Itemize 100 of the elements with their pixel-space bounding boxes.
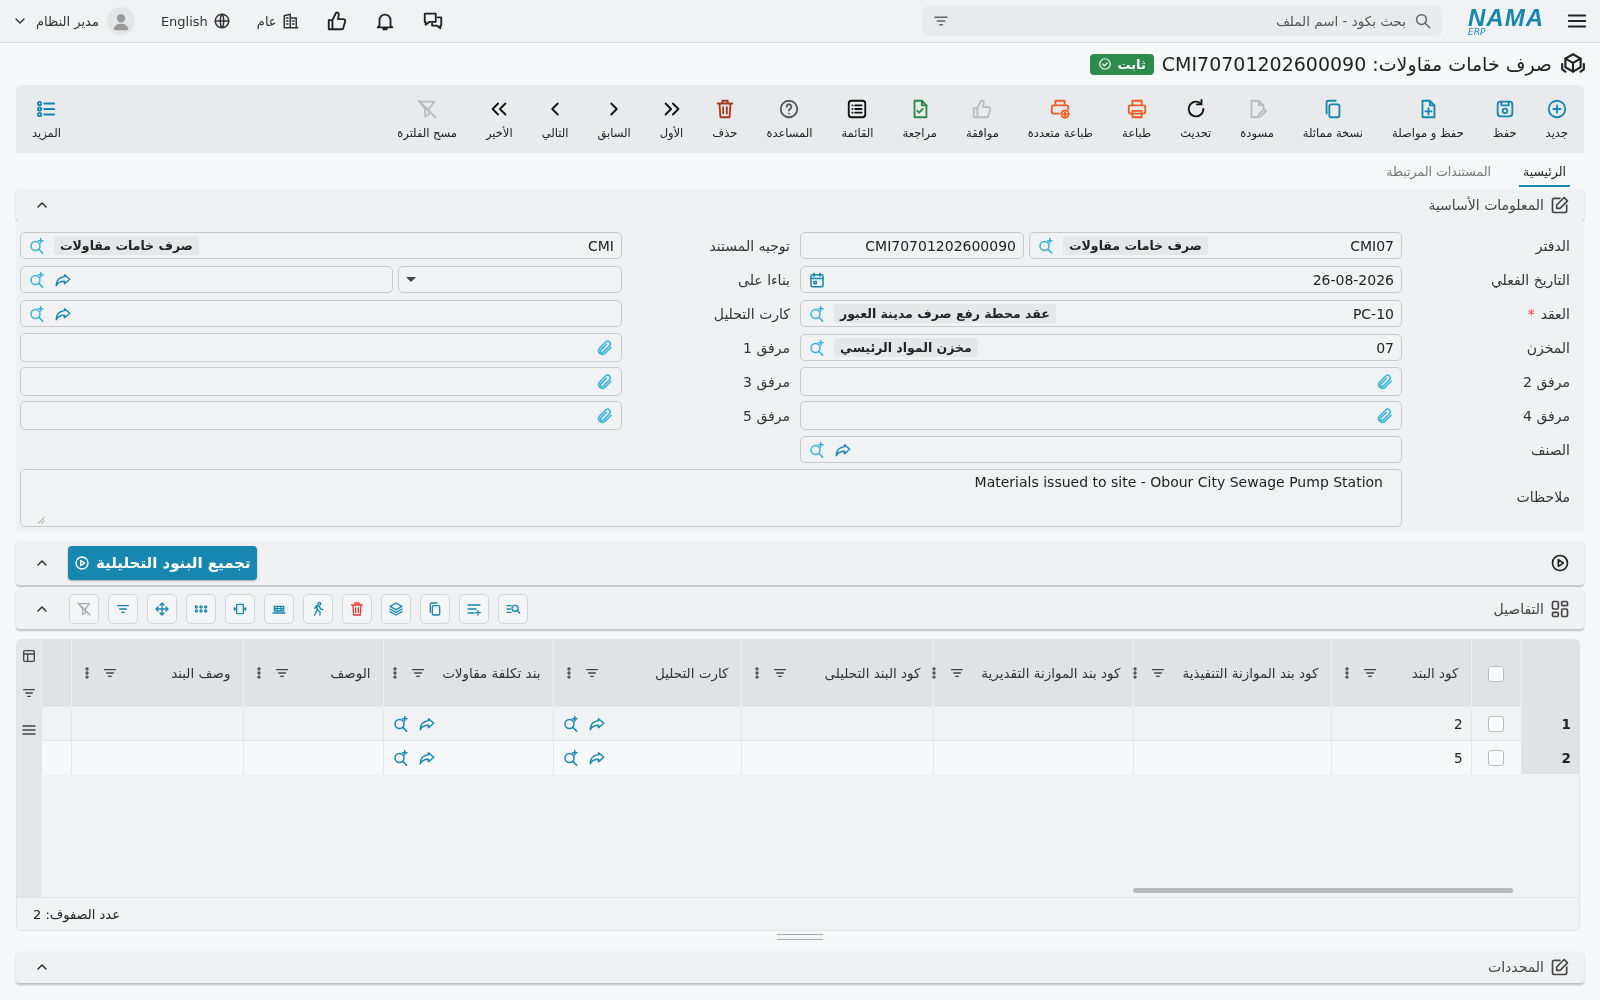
copy-button[interactable] bbox=[420, 594, 450, 624]
field-label: مرفق 1 bbox=[743, 339, 790, 356]
previous-button[interactable]: السابق bbox=[593, 98, 635, 140]
select-field[interactable] bbox=[398, 266, 622, 293]
play-icon[interactable] bbox=[1550, 553, 1570, 573]
run-button[interactable]: تجميع البنود التحليلية bbox=[68, 546, 257, 580]
status-badge: ثابت bbox=[1090, 53, 1154, 75]
row-checkbox[interactable] bbox=[1488, 716, 1504, 732]
paperclip-icon[interactable] bbox=[596, 338, 614, 357]
duplicate-button[interactable]: نسخة مماثلة bbox=[1298, 98, 1367, 140]
help-button[interactable]: المساعدة bbox=[762, 98, 817, 140]
field-value: CMI70701202600090 bbox=[865, 237, 1016, 254]
attachment-field[interactable] bbox=[20, 367, 622, 396]
move-button[interactable] bbox=[147, 594, 177, 624]
notes-field[interactable]: Materials issued to site - Obour City Sewage Pump Station bbox=[20, 469, 1402, 527]
search-list-button[interactable] bbox=[498, 594, 528, 624]
save-continue-button[interactable]: حفظ و مواصلة bbox=[1388, 98, 1468, 140]
fit-button[interactable] bbox=[225, 594, 255, 624]
resize-grip-icon[interactable] bbox=[37, 516, 45, 524]
next-button[interactable]: التالي bbox=[537, 98, 573, 140]
runner-button[interactable] bbox=[303, 594, 333, 624]
dropdown-icon bbox=[406, 277, 416, 282]
lookup-field[interactable] bbox=[20, 300, 622, 327]
attachment-field[interactable] bbox=[20, 333, 622, 362]
lookup-icon[interactable] bbox=[28, 236, 46, 255]
first-button[interactable]: الأول bbox=[655, 98, 688, 140]
lookup-icon[interactable] bbox=[561, 714, 580, 733]
building-icon bbox=[281, 12, 300, 30]
lookup-field[interactable] bbox=[800, 436, 1402, 463]
field-value: CMI07 bbox=[1350, 237, 1394, 254]
paperclip-icon[interactable] bbox=[1376, 372, 1394, 391]
field-label: مرفق 5 bbox=[743, 407, 790, 424]
avatar-icon bbox=[106, 7, 135, 35]
value-tag: مخزن المواد الرئيسي bbox=[834, 338, 978, 357]
review-button[interactable]: مراجعة bbox=[898, 98, 942, 140]
dots-button[interactable] bbox=[186, 594, 216, 624]
field-label: مرفق 4 bbox=[1523, 407, 1570, 424]
column-header[interactable]: الوصف bbox=[330, 665, 371, 681]
filter-button[interactable] bbox=[108, 594, 138, 624]
branch-button[interactable]: عام bbox=[256, 12, 300, 30]
user-name: مدير النظام bbox=[36, 13, 99, 29]
refresh-button[interactable]: تحديث bbox=[1176, 98, 1216, 140]
value-tag: صرف خامات مقاولات bbox=[1063, 236, 1208, 255]
lookup-icon[interactable] bbox=[808, 440, 826, 459]
save-button[interactable]: حفظ bbox=[1488, 98, 1521, 140]
chat-icon[interactable] bbox=[421, 10, 444, 32]
column-header[interactable]: بند تكلفة مقاولات bbox=[442, 665, 541, 681]
layers-button[interactable] bbox=[381, 594, 411, 624]
resize-handle[interactable] bbox=[777, 934, 823, 940]
lookup-icon[interactable] bbox=[808, 304, 826, 323]
lookup-icon[interactable] bbox=[808, 338, 826, 357]
column-header[interactable]: كود بند الموازنة التنفيذية bbox=[1182, 665, 1319, 681]
row-checkbox[interactable] bbox=[1488, 750, 1504, 766]
document-number-field[interactable]: CMI70701202600090 bbox=[800, 232, 1024, 259]
multi-print-button[interactable]: طباعة متعددة bbox=[1023, 98, 1097, 140]
column-header[interactable]: وصف البند bbox=[171, 665, 231, 681]
lookup-icon[interactable] bbox=[561, 748, 580, 767]
attachment-field[interactable] bbox=[800, 401, 1402, 430]
column-header[interactable]: كود بند الموازنة التقديرية bbox=[981, 665, 1121, 681]
lookup-icon[interactable] bbox=[28, 304, 46, 323]
lookup-field[interactable] bbox=[20, 266, 393, 293]
paperclip-icon[interactable] bbox=[596, 372, 614, 391]
table-icon[interactable] bbox=[21, 648, 37, 664]
add-line-button[interactable] bbox=[459, 594, 489, 624]
scrollbar[interactable] bbox=[1133, 888, 1513, 893]
user-menu[interactable]: مدير النظام bbox=[12, 7, 135, 35]
list-plus-icon bbox=[466, 601, 482, 617]
column-header[interactable]: كود البند التحليلى bbox=[824, 665, 921, 681]
more-button[interactable]: المزيد bbox=[28, 98, 65, 140]
paperclip-icon[interactable] bbox=[1376, 406, 1394, 425]
language-button[interactable]: English bbox=[160, 12, 231, 30]
lookup-icon[interactable] bbox=[28, 270, 46, 289]
attachment-field[interactable] bbox=[20, 401, 622, 430]
select-all-checkbox[interactable] bbox=[1488, 665, 1504, 682]
column-header[interactable]: كارت التحليل bbox=[655, 665, 729, 681]
table-button[interactable] bbox=[264, 594, 294, 624]
delete-button[interactable] bbox=[342, 594, 372, 624]
thumbs-up-icon bbox=[971, 98, 994, 120]
lookup-icon[interactable] bbox=[1037, 236, 1055, 255]
row-count: عدد الصفوف: 2 bbox=[33, 906, 120, 922]
fit-columns-icon bbox=[232, 601, 248, 617]
field-label: التاريخ الفعلي bbox=[1490, 271, 1570, 288]
field-label: توجيه المستند bbox=[709, 237, 790, 254]
tab[interactable]: الرئيسية bbox=[1518, 160, 1570, 187]
paperclip-icon[interactable] bbox=[596, 406, 614, 425]
list-button[interactable]: القائمة bbox=[837, 98, 878, 140]
delete-button[interactable]: حذف bbox=[708, 98, 742, 140]
search-field[interactable]: بحث بكود - اسم الملف bbox=[922, 6, 1442, 36]
lookup-icon[interactable] bbox=[391, 748, 410, 767]
thumbs-up-icon[interactable] bbox=[325, 10, 348, 32]
new-button[interactable]: جديد bbox=[1541, 98, 1572, 140]
calendar-icon[interactable] bbox=[808, 270, 826, 289]
print-button[interactable]: طباعة bbox=[1118, 98, 1156, 140]
lookup-icon[interactable] bbox=[391, 714, 410, 733]
attachment-field[interactable] bbox=[800, 367, 1402, 396]
date-field[interactable]: 26-08-2026 bbox=[800, 266, 1402, 293]
tab[interactable]: المستندات المرتبطة bbox=[1382, 160, 1495, 187]
column-header[interactable]: كود البند bbox=[1411, 665, 1459, 681]
last-button[interactable]: الأخير bbox=[481, 98, 517, 140]
field-label: بناءا على bbox=[738, 271, 790, 288]
